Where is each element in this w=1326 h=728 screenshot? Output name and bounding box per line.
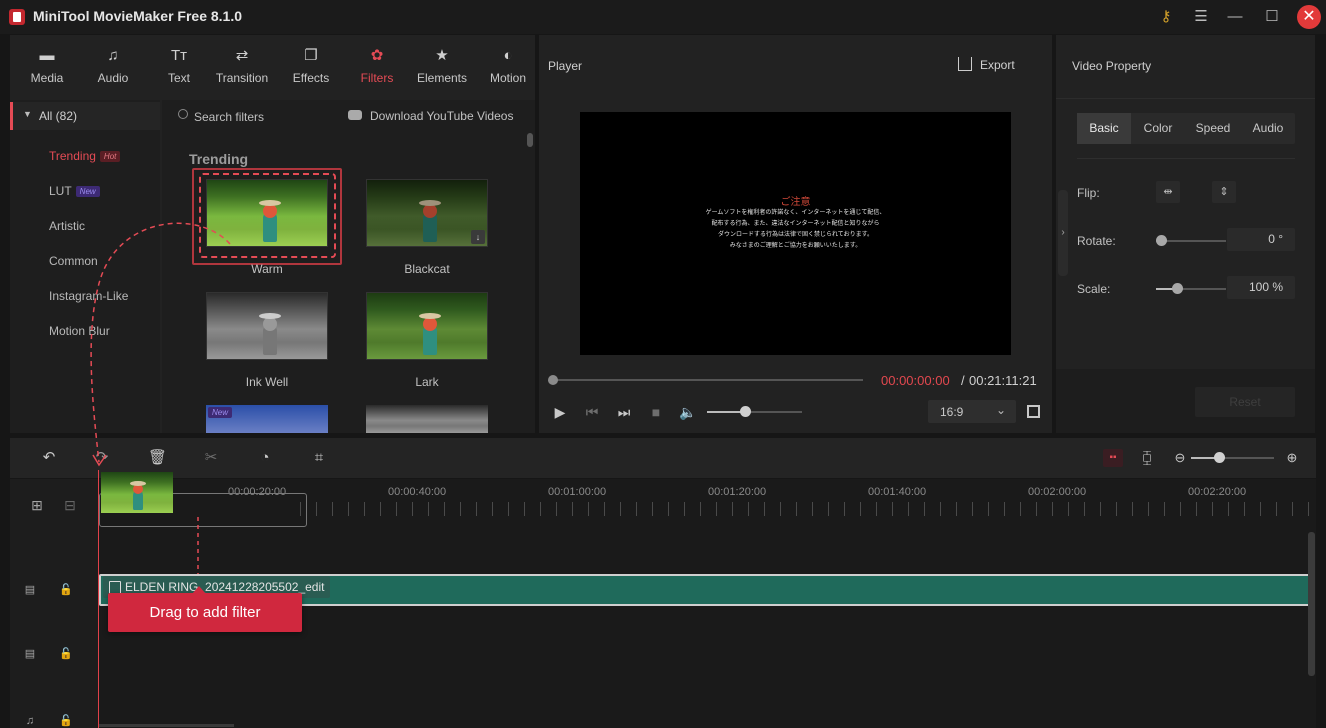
- playhead[interactable]: [98, 470, 99, 728]
- timeline-horizontal-scrollbar[interactable]: [99, 724, 234, 727]
- drag-tooltip: Drag to add filter: [108, 586, 302, 632]
- timeline-vertical-scrollbar[interactable]: [1308, 532, 1315, 676]
- app-window: MiniTool MovieMaker Free 8.1.0 ⚷ ☰ — ☐ ✕…: [0, 0, 1326, 728]
